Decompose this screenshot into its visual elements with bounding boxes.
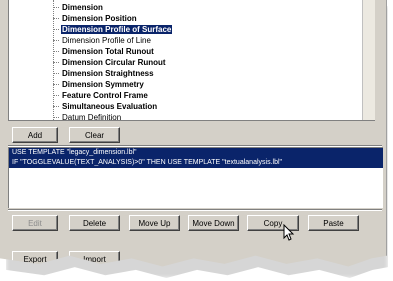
tree-scrollbar[interactable] [362,0,375,120]
mouse-pointer-icon [283,223,295,247]
tree-item[interactable]: Simultaneous Evaluation [53,101,193,112]
template-row[interactable]: IF "TOGGLEVALUE(TEXT_ANALYSIS)>0" THEN U… [9,158,383,168]
edit-button[interactable]: Edit [12,215,58,231]
tree-item[interactable]: Dimension Circular Runout [53,57,193,68]
tree-item[interactable]: Dimension Profile of Line [53,35,193,46]
tree-item[interactable]: Dimension Straightness [53,68,193,79]
tree-item[interactable]: Dimension [53,2,193,13]
template-list[interactable]: USE TEMPLATE "legacy_dimension.lbl" IF "… [8,147,383,208]
section-divider [8,209,382,211]
add-button[interactable]: Add [12,127,58,143]
tree-item[interactable]: Dimension Position [53,13,193,24]
tree-item[interactable]: Dimension Total Runout [53,46,193,57]
tree-item-selected[interactable]: Dimension Profile of Surface [53,24,193,35]
delete-button[interactable]: Delete [69,215,120,231]
move-up-button[interactable]: Move Up [129,215,180,231]
tree-item[interactable]: Feature Control Frame [53,90,193,101]
dimension-tree[interactable]: Dimension Dimension Position Dimension P… [8,0,375,121]
move-down-button[interactable]: Move Down [188,215,239,231]
template-editor-panel: Dimension Dimension Position Dimension P… [0,0,387,267]
paste-button[interactable]: Paste [308,215,359,231]
tree-item[interactable]: Dimension Symmetry [53,79,193,90]
clear-button[interactable]: Clear [69,127,120,143]
tree-item[interactable]: Datum Definition [53,112,193,120]
template-row[interactable]: USE TEMPLATE "legacy_dimension.lbl" [9,148,383,158]
